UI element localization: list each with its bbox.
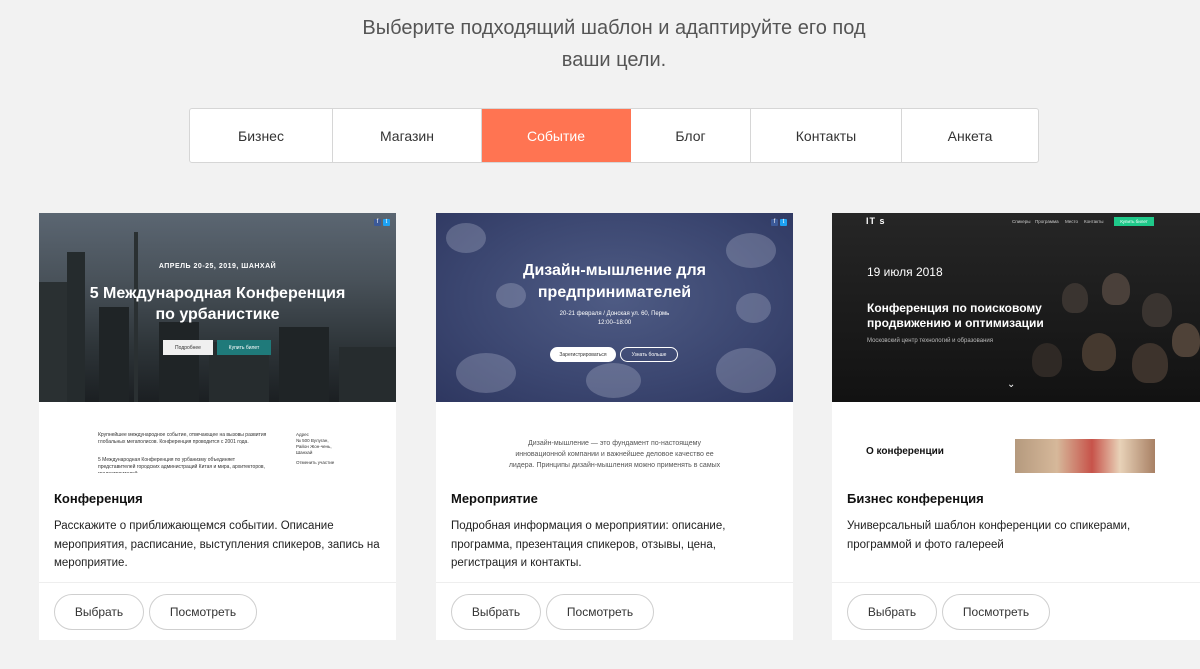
preview-hero-image: f t АПРЕЛЬ 20-25, 2019, ШАНХАЙ 5 Междуна… (39, 213, 396, 402)
preview-more-button: Подробнее (163, 340, 213, 355)
preview-title: Конференция по поисковому продвижению и … (867, 301, 1044, 330)
facebook-icon: f (374, 219, 381, 226)
preview-learn-button: Узнать больше (620, 347, 678, 362)
card-title: Бизнес конференция (847, 491, 984, 506)
preview-body: Дизайн-мышление — это фундамент по-насто… (436, 402, 793, 473)
preview-button[interactable]: Посмотреть (942, 594, 1050, 630)
tab-blog[interactable]: Блог (631, 109, 751, 162)
tab-contacts[interactable]: Контакты (751, 109, 902, 162)
preview-title: Дизайн-мышление для предпринимателей (523, 262, 706, 301)
category-tabs: Бизнес Магазин Событие Блог Контакты Анк… (189, 108, 1039, 163)
twitter-icon: t (383, 219, 390, 226)
template-card-event: f t Дизайн-мышление для предпринимателей… (436, 213, 793, 640)
preview-text: Дизайн-мышление — это фундамент по-насто… (508, 440, 721, 469)
preview-register-button: Зарегистрироваться (550, 347, 616, 362)
preview-text-1: Крупнейшее международное событие, отвеча… (98, 432, 267, 445)
card-description: Универсальный шаблон конференции со спик… (847, 520, 1131, 551)
tab-shop[interactable]: Магазин (333, 109, 482, 162)
preview-title: 5 Международная Конференция по урбанисти… (89, 285, 346, 323)
card-info: Мероприятие Подробная информация о мероп… (436, 473, 793, 640)
preview-date: 19 июля 2018 (867, 265, 943, 279)
twitter-icon: t (780, 219, 787, 226)
preview-body: О конференции (832, 402, 1200, 473)
social-icons: f t (771, 219, 787, 226)
chevron-down-icon: ⌄ (1007, 379, 1016, 390)
preview-hero-image: IT s Спикеры Программа Место Контакты Ку… (832, 213, 1200, 402)
preview-nav-item: Место (1065, 219, 1079, 224)
preview-buy-button: Купить билет (217, 340, 271, 355)
divider (39, 582, 396, 583)
preview-photo (1015, 439, 1155, 473)
facebook-icon: f (771, 219, 778, 226)
card-info: Бизнес конференция Универсальный шаблон … (832, 473, 1200, 640)
preview-hero-image: f t Дизайн-мышление для предпринимателей… (436, 213, 793, 402)
social-icons: f t (374, 219, 390, 226)
card-title: Мероприятие (451, 491, 538, 506)
preview-text-2: 5 Международная Конференция по урбанизму… (98, 457, 265, 473)
select-button[interactable]: Выбрать (54, 594, 144, 630)
card-title: Конференция (54, 491, 143, 506)
divider (436, 582, 793, 583)
preview-date: АПРЕЛЬ 20-25, 2019, ШАНХАЙ (158, 263, 277, 270)
preview-button[interactable]: Посмотреть (149, 594, 257, 630)
page-heading: Выберите подходящий шаблон и адаптируйте… (0, 12, 1200, 76)
preview-subtitle: 20-21 февраля / Донская ул. 60, Пермь 12… (559, 311, 670, 326)
template-card-conference: f t АПРЕЛЬ 20-25, 2019, ШАНХАЙ 5 Междуна… (39, 213, 396, 640)
preview-body: Крупнейшее международное событие, отвеча… (39, 402, 396, 473)
preview-nav-item: Программа (1035, 219, 1059, 224)
select-button[interactable]: Выбрать (847, 594, 937, 630)
divider (832, 582, 1200, 583)
tab-business[interactable]: Бизнес (190, 109, 333, 162)
preview-buy-button: Купить билет (1114, 217, 1154, 226)
select-button[interactable]: Выбрать (451, 594, 541, 630)
preview-nav-item: Спикеры (1012, 219, 1031, 224)
card-description: Расскажите о приближающемся событии. Опи… (54, 520, 380, 569)
preview-logo: IT s (866, 216, 886, 226)
heading-line-1: Выберите подходящий шаблон и адаптируйте… (362, 17, 866, 39)
card-info: Конференция Расскажите о приближающемся … (39, 473, 396, 640)
template-preview[interactable]: f t Дизайн-мышление для предпринимателей… (436, 213, 793, 473)
preview-nav-item: Контакты (1084, 219, 1104, 224)
preview-subtitle: Московский центр технологий и образовани… (867, 338, 993, 344)
preview-sidebar: Адрес № 500 Вулуган, Район Жон-чень, Шан… (296, 432, 335, 465)
tab-event[interactable]: Событие (482, 109, 631, 162)
tab-form[interactable]: Анкета (902, 109, 1038, 162)
card-description: Подробная информация о мероприятии: опис… (451, 520, 726, 569)
template-preview[interactable]: IT s Спикеры Программа Место Контакты Ку… (832, 213, 1200, 473)
preview-about-heading: О конференции (866, 446, 944, 457)
heading-line-2: ваши цели. (561, 49, 667, 71)
preview-button[interactable]: Посмотреть (546, 594, 654, 630)
template-card-business-conference: IT s Спикеры Программа Место Контакты Ку… (832, 213, 1200, 640)
template-preview[interactable]: f t АПРЕЛЬ 20-25, 2019, ШАНХАЙ 5 Междуна… (39, 213, 396, 473)
